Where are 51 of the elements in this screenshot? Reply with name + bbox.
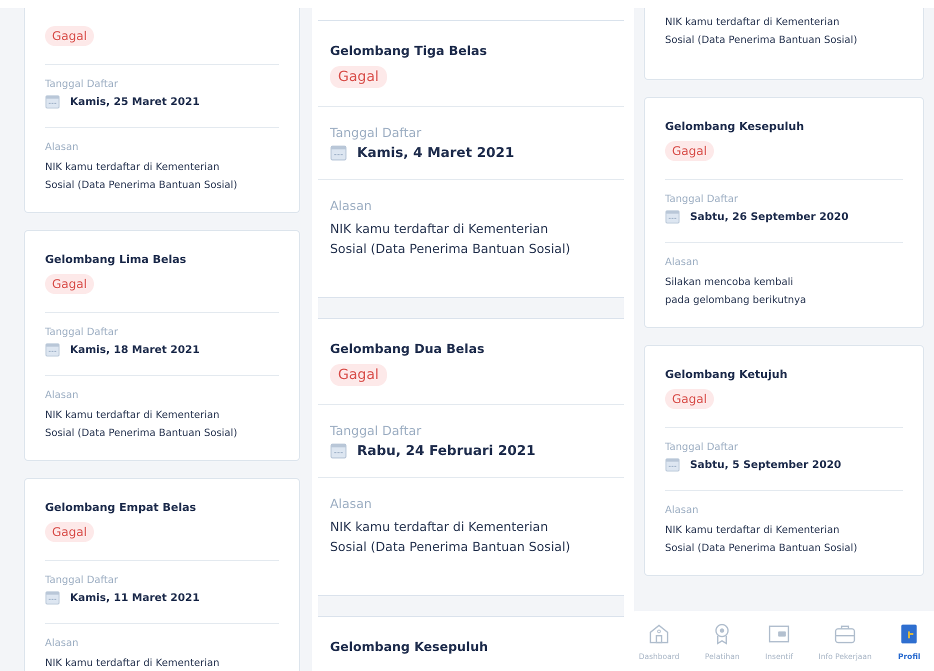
registration-date: Sabtu, 26 September 2020 [690, 210, 849, 222]
calendar-icon [45, 342, 60, 357]
status-badge: Gagal [45, 522, 94, 542]
card-title: Gelombang Kesepuluh [665, 120, 806, 133]
registration-date: Rabu, 24 Februari 2021 [357, 442, 536, 458]
registration-date: Kamis, 25 Maret 2021 [70, 96, 200, 108]
calendar-icon [45, 94, 60, 109]
reason-text: Silakan mencoba kembali pada gelombang berikutnya [665, 276, 808, 308]
calendar-icon [665, 209, 680, 224]
date-label: Tanggal Daftar [45, 327, 120, 338]
reason-text: NIK kamu terdaftar di Kementerian Sosial (Data Penerima Bantuan Sosial) [330, 518, 572, 556]
card-title: Gelombang Lima Belas [45, 253, 188, 266]
reason-label: Alasan [45, 142, 80, 153]
reason-label: Alasan [45, 390, 80, 401]
calendar-icon [330, 442, 347, 459]
date-label: Tanggal Daftar [330, 423, 422, 438]
house-icon [647, 622, 672, 646]
reason-text: NIK kamu terdaftar di Kementerian Sosial (Data Penerima Bantuan Sosial) [665, 524, 858, 556]
registration-date: Kamis, 11 Maret 2021 [70, 592, 200, 604]
registration-date: Kamis, 18 Maret 2021 [70, 344, 200, 356]
reason-label: Alasan [330, 198, 373, 213]
calendar-icon [665, 457, 680, 472]
card-title: Gelombang Ketujuh [665, 368, 788, 381]
reason-label: Alasan [330, 496, 373, 511]
status-badge: Gagal [330, 66, 387, 88]
status-badge: Gagal [665, 141, 714, 161]
card-title: Gelombang Tiga Belas [330, 43, 488, 58]
card-title: Gelombang Kesepuluh [330, 639, 490, 654]
reason-label: Alasan [665, 257, 700, 268]
card-title: Gelombang Dua Belas [330, 341, 486, 356]
reason-text: NIK kamu terdaftar di Kementerian Sosial (Data Penerima Bantuan Sosial) [665, 16, 858, 48]
reason-label: Alasan [665, 505, 700, 516]
reason-text: NIK kamu terdaftar di Kementerian Sosial (Data Penerima Bantuan Sosial) [330, 220, 572, 258]
status-badge: Gagal [330, 364, 387, 386]
date-label: Tanggal Daftar [665, 442, 740, 453]
date-label: Tanggal Daftar [665, 194, 740, 205]
card-title: Gelombang Empat Belas [45, 501, 198, 514]
reason-text: NIK kamu terdaftar di Kementerian Sosial (Data Penerima Bantuan Sosial) [45, 161, 238, 192]
reason-text: NIK kamu terdaftar di Kementerian [45, 657, 221, 671]
reason-label: Alasan [45, 638, 80, 649]
status-badge: Gagal [45, 26, 94, 46]
status-badge: Gagal [45, 274, 94, 294]
calendar-icon [330, 144, 347, 161]
reason-text: NIK kamu terdaftar di Kementerian Sosial (Data Penerima Bantuan Sosial) [45, 409, 238, 440]
date-label: Tanggal Daftar [330, 125, 422, 140]
registration-date: Kamis, 4 Maret 2021 [357, 144, 514, 160]
calendar-icon [45, 590, 60, 605]
registration-date: Sabtu, 5 September 2020 [690, 458, 842, 470]
date-label: Tanggal Daftar [45, 575, 120, 586]
date-label: Tanggal Daftar [45, 79, 120, 90]
status-badge: Gagal [665, 389, 714, 409]
